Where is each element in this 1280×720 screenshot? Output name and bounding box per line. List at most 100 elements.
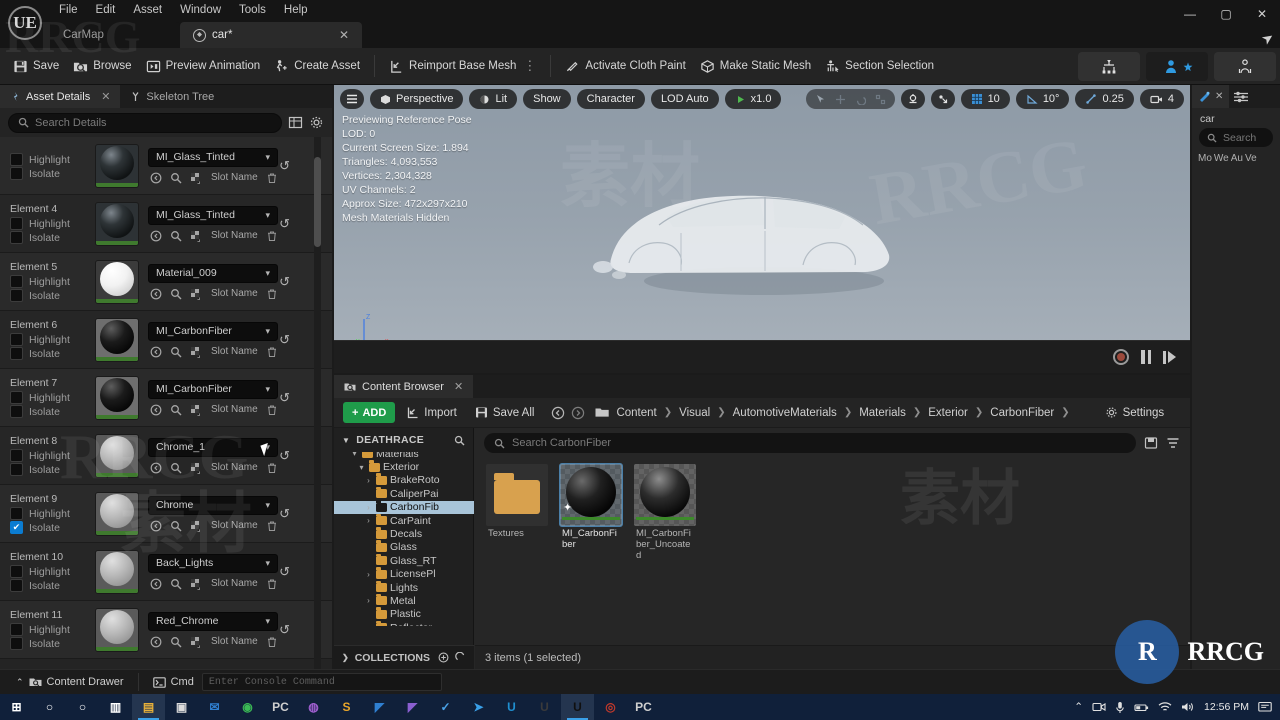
chevron-right-icon[interactable]: › <box>364 570 373 579</box>
menu-edit[interactable]: Edit <box>87 2 125 18</box>
use-selected-asset-icon[interactable] <box>150 636 162 648</box>
browse-to-asset-icon[interactable] <box>170 520 182 532</box>
delete-icon[interactable] <box>266 230 278 242</box>
start-icon[interactable]: ⊞ <box>0 694 33 720</box>
cortana-icon[interactable]: ○ <box>66 694 99 720</box>
highlight-checkbox[interactable] <box>10 217 23 230</box>
camera-icon[interactable] <box>1092 701 1106 713</box>
asset-picker-icon[interactable] <box>190 520 202 532</box>
activate-cloth-paint-button[interactable]: Activate Cloth Paint <box>558 53 692 79</box>
vscode-insiders-icon[interactable]: ◤ <box>396 694 429 720</box>
category-ve[interactable]: Ve <box>1245 153 1257 164</box>
highlight-row[interactable]: Highlight <box>10 153 95 166</box>
folder-tree-item[interactable]: Lights <box>334 580 474 594</box>
browse-to-asset-icon[interactable] <box>170 578 182 590</box>
ribbon-collapse-icon[interactable]: ➤ <box>1258 28 1277 49</box>
unreal-editor-active-icon[interactable]: U <box>561 694 594 720</box>
check-icon[interactable]: ✓ <box>429 694 462 720</box>
surface-snap-button[interactable] <box>900 89 925 109</box>
app-red-icon[interactable]: ◎ <box>594 694 627 720</box>
material-combo[interactable]: Red_Chrome ▾ <box>148 611 278 631</box>
material-thumbnail[interactable] <box>95 491 139 536</box>
folder-tree-item[interactable]: › CarbonFib <box>334 500 474 514</box>
revert-icon[interactable]: ↺ <box>279 274 290 290</box>
material-element-row[interactable]: Element 9 Highlight Isolate Chrome ▾ <box>0 485 332 543</box>
close-icon[interactable]: ✕ <box>454 380 463 393</box>
browse-to-asset-icon[interactable] <box>170 636 182 648</box>
make-static-mesh-button[interactable]: Make Static Mesh <box>693 53 818 79</box>
search-details-input[interactable]: Search Details <box>8 112 282 133</box>
delete-icon[interactable] <box>266 462 278 474</box>
material-thumbnail[interactable] <box>95 259 139 304</box>
asset-search-input[interactable]: Search CarbonFiber <box>484 433 1136 453</box>
use-selected-asset-icon[interactable] <box>150 578 162 590</box>
highlight-row[interactable]: Highlight <box>10 275 95 288</box>
category-mo[interactable]: Mo <box>1198 153 1212 164</box>
material-combo[interactable]: MI_CarbonFiber ▾ <box>148 321 278 341</box>
sources-header[interactable]: ▼ DEATHRACE <box>334 428 473 452</box>
use-selected-asset-icon[interactable] <box>150 172 162 184</box>
rotate-icon[interactable] <box>855 94 866 105</box>
asset-picker-icon[interactable] <box>190 578 202 590</box>
menu-window[interactable]: Window <box>171 2 230 18</box>
isolate-checkbox[interactable] <box>10 347 23 360</box>
material-thumbnail[interactable] <box>95 375 139 420</box>
preview-viewport[interactable]: Perspective Lit Show Character LOD Auto … <box>334 85 1190 373</box>
material-thumbnail[interactable] <box>95 607 139 652</box>
chevron-right-icon[interactable]: › <box>364 623 373 626</box>
clock[interactable]: 12:56 PM <box>1204 701 1249 713</box>
isolate-row[interactable]: Isolate <box>10 167 95 180</box>
folder-tree-item[interactable]: › Metal <box>334 593 474 607</box>
material-thumbnail[interactable] <box>95 433 139 478</box>
breadcrumb-automotivematerials[interactable]: AutomotiveMaterials <box>733 407 837 419</box>
wifi-icon[interactable] <box>1158 701 1172 713</box>
highlight-checkbox[interactable] <box>10 333 23 346</box>
isolate-checkbox[interactable] <box>10 167 23 180</box>
category-au[interactable]: Au <box>1231 153 1243 164</box>
highlight-checkbox[interactable] <box>10 623 23 636</box>
delete-icon[interactable] <box>266 636 278 648</box>
material-element-row[interactable]: Element 6 Highlight Isolate MI_CarbonFib… <box>0 311 332 369</box>
revert-icon[interactable]: ↺ <box>279 448 290 464</box>
pause-button[interactable] <box>1141 350 1151 364</box>
use-selected-asset-icon[interactable] <box>150 404 162 416</box>
nav-forward-icon[interactable] <box>571 406 585 420</box>
menu-help[interactable]: Help <box>275 2 317 18</box>
viewport-character-menu[interactable]: Character <box>576 89 645 109</box>
maximize-button[interactable]: ▢ <box>1208 0 1244 28</box>
isolate-checkbox[interactable] <box>10 405 23 418</box>
select-icon[interactable] <box>815 94 826 105</box>
folder-tree-item[interactable]: ▾ Exterior <box>334 460 474 473</box>
pycharm-icon[interactable]: PC <box>264 694 297 720</box>
breadcrumb-visual[interactable]: Visual <box>679 407 710 419</box>
scale-icon[interactable] <box>875 94 886 105</box>
material-thumbnail[interactable] <box>95 317 139 362</box>
menu-asset[interactable]: Asset <box>124 2 171 18</box>
cmd-button[interactable]: Cmd <box>145 672 202 692</box>
add-button[interactable]: + ADD <box>343 402 396 423</box>
battery-icon[interactable] <box>1134 702 1149 713</box>
delete-icon[interactable] <box>266 346 278 358</box>
tab-carmap[interactable]: CarMap <box>50 22 180 48</box>
section-selection-button[interactable]: Section Selection <box>818 53 941 79</box>
scale-snap-toggle[interactable]: 0.25 <box>1075 89 1134 109</box>
unreal-editor-icon[interactable]: U <box>528 694 561 720</box>
isolate-row[interactable]: Isolate <box>10 231 95 244</box>
highlight-checkbox[interactable] <box>10 565 23 578</box>
revert-icon[interactable]: ↺ <box>279 158 290 174</box>
isolate-checkbox[interactable] <box>10 463 23 476</box>
save-button[interactable]: Save <box>6 53 66 79</box>
delete-icon[interactable] <box>266 578 278 590</box>
more-options-icon[interactable]: ⋮ <box>523 58 536 74</box>
material-element-list[interactable]: Highlight Isolate MI_Glass_Tinted ▾ Slot… <box>0 137 332 669</box>
delete-icon[interactable] <box>266 172 278 184</box>
folder-tree-item[interactable]: › BrakeRoto <box>334 473 474 487</box>
material-combo[interactable]: Material_009 ▾ <box>148 263 278 283</box>
breadcrumb-content[interactable]: Content <box>616 407 656 419</box>
browse-to-asset-icon[interactable] <box>170 230 182 242</box>
use-selected-asset-icon[interactable] <box>150 462 162 474</box>
folder-tree-item[interactable]: ▾ Materials <box>334 452 474 460</box>
asset-tile-carbonfiber[interactable]: ✦ MI_CarbonFiber <box>559 463 623 561</box>
asset-tile-grid[interactable]: Textures ✦ MI_CarbonFiber MI_CarbonFiber… <box>474 458 1190 561</box>
browse-to-asset-icon[interactable] <box>170 462 182 474</box>
